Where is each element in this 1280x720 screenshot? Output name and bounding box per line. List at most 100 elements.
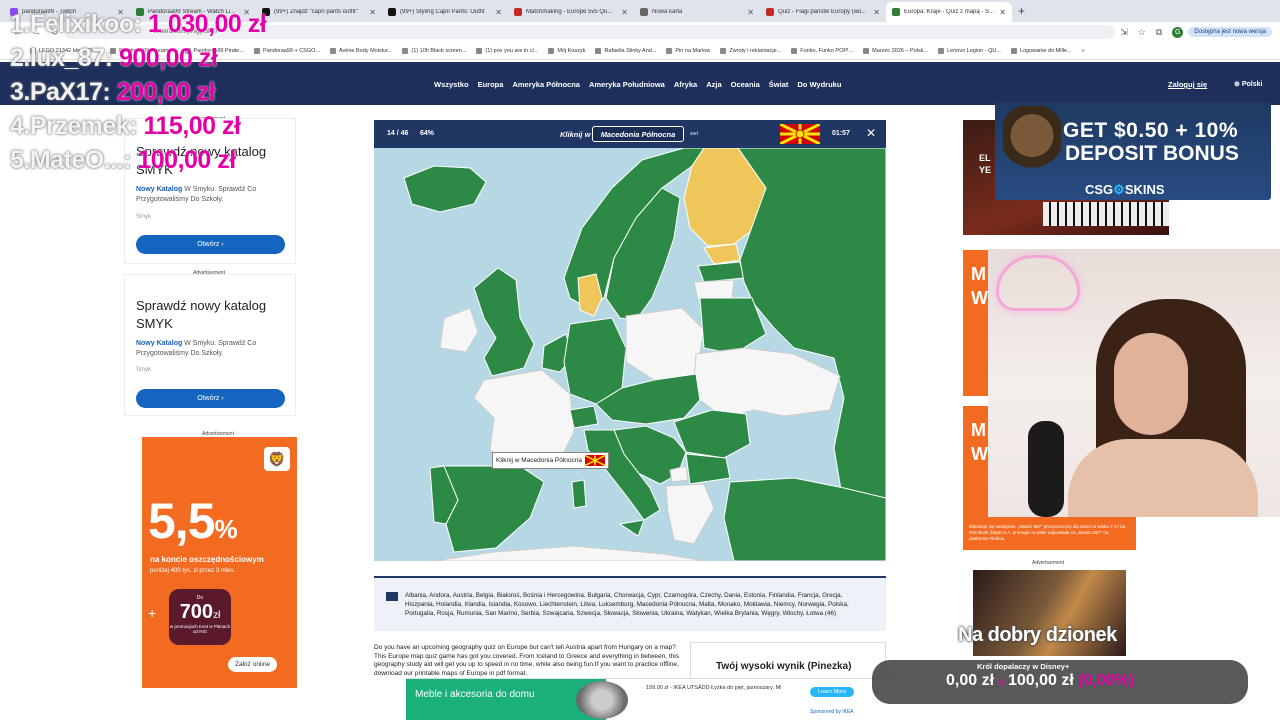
rate-value: 5,5 xyxy=(148,493,216,549)
bookmark-favicon-icon xyxy=(329,47,336,54)
bookmark-favicon-icon xyxy=(720,47,727,54)
nav-link[interactable]: Europa xyxy=(478,80,504,89)
browser-tab[interactable]: Matchmaking - Europe 5v5 Qu... ✕ xyxy=(508,2,634,22)
macedonia-flag-icon xyxy=(780,124,820,144)
bookmark-item[interactable]: Pin na Marlow xyxy=(666,47,711,54)
ing-bonus-bubble: Do 700zł w promocjach Kont w Planach od … xyxy=(169,589,231,645)
bookmarks-more-icon[interactable]: » xyxy=(1082,48,1085,54)
quiz-target: Macedonia Północna xyxy=(592,126,684,142)
open-button-label: Otwórz xyxy=(197,395,220,402)
profile-avatar[interactable]: G xyxy=(1172,26,1184,38)
bookmark-item[interactable]: (1) pov you are in cl... xyxy=(476,47,538,54)
country-latvia xyxy=(697,261,745,283)
ad-brand-link[interactable]: Nowy Katalog xyxy=(136,340,182,347)
bookmark-item[interactable]: Avène Body Moistur... xyxy=(329,47,393,54)
question-counter: 14 / 46 xyxy=(387,130,409,137)
bookmark-item[interactable]: Mój Koszyk xyxy=(548,47,586,54)
tab-favicon-icon xyxy=(892,8,900,16)
bookmark-item[interactable]: (1) 10h Black screen... xyxy=(402,47,466,54)
new-tab-icon[interactable]: + xyxy=(1018,4,1025,18)
nav-link[interactable]: Wszystko xyxy=(434,80,469,89)
bookmark-label: Avène Body Moistur... xyxy=(338,47,393,54)
ikea-sponsor: Sponsored by IKEA xyxy=(810,709,854,715)
bookmark-label: Mój Koszyk xyxy=(557,47,586,54)
nav-link[interactable]: Afryka xyxy=(674,80,697,89)
map-svg[interactable] xyxy=(374,148,886,561)
browser-tab[interactable]: Europa: Kraje - Quiz z mapą - S... ✕ xyxy=(886,2,1012,22)
bonus-unit: zł xyxy=(213,610,221,621)
donor-name: 5.MateO...: xyxy=(10,146,131,174)
learn-more-button[interactable]: Learn More xyxy=(810,687,855,697)
nav-link[interactable]: Azja xyxy=(706,80,721,89)
tab-title: Nowa karta xyxy=(652,9,683,15)
bookmark-favicon-icon xyxy=(548,47,555,54)
ad-description: Nowy Katalog W Smyku. Sprawdź Co Przygot… xyxy=(136,339,291,359)
bookmark-favicon-icon xyxy=(595,47,602,54)
nav-link[interactable]: Świat xyxy=(769,80,789,89)
update-button[interactable]: Dostępna jest nowa wersja xyxy=(1188,27,1272,37)
ikea-ad[interactable]: Meble i akcesoria do domu 199,00 zł - IK… xyxy=(406,678,900,720)
promo-brand: CSG⚙SKINS xyxy=(1085,182,1165,198)
nav-link[interactable]: Do Wydruku xyxy=(797,80,841,89)
ad-label: Advertisement xyxy=(1032,560,1064,566)
bookmark-item[interactable]: Pandoraa99 + CSGO... xyxy=(253,47,320,54)
bookmark-label: Pin na Marlow xyxy=(675,47,711,54)
europe-map[interactable] xyxy=(374,148,886,561)
score-percent: 64% xyxy=(420,130,435,137)
piano-keys-image xyxy=(1043,202,1169,226)
stream-greeting: Na dobry dzionek xyxy=(958,624,1117,646)
tab-title: Matchmaking - Europe 5v5 Qu... xyxy=(526,9,613,15)
open-button[interactable]: Otwórz › xyxy=(136,235,285,254)
tab-title: Europa: Kraje - Quiz z mapą - S... xyxy=(904,9,995,15)
open-button[interactable]: Otwórz › xyxy=(136,389,285,408)
browser-tab[interactable]: Nowa karta ✕ xyxy=(634,2,760,22)
close-icon[interactable]: ✕ xyxy=(495,8,502,17)
close-icon[interactable]: ✕ xyxy=(621,8,628,17)
install-icon[interactable]: ⇲ xyxy=(1120,27,1128,38)
close-icon[interactable]: ✕ xyxy=(999,8,1006,17)
browser-tab[interactable]: Quiz - Flagi państw Europy (wo... ✕ xyxy=(760,2,886,22)
goal-values: 0,00 zł z 100,00 zł (0,00%) xyxy=(946,672,1134,690)
close-icon[interactable]: ✕ xyxy=(873,8,880,17)
nav-link[interactable]: Ameryka Południowa xyxy=(589,80,665,89)
extensions-icon[interactable]: ⧉ xyxy=(1156,27,1162,38)
bookmark-item[interactable]: Logowanie do Mille... xyxy=(1010,47,1072,54)
donor-amount: 115,00 zł xyxy=(143,112,241,140)
donor-name: 3.PaX17: xyxy=(10,78,111,106)
close-icon[interactable]: ✕ xyxy=(866,126,876,140)
nav-link[interactable]: Oceania xyxy=(731,80,760,89)
ing-ad[interactable]: 🦁 5,5% na koncie oszczędnościowym poniże… xyxy=(142,437,297,688)
bookmark-favicon-icon xyxy=(1010,47,1017,54)
language-selector[interactable]: ⊕ Polski xyxy=(1234,80,1262,88)
close-icon[interactable]: ✕ xyxy=(747,8,754,17)
csgo-skins-promo: GET $0.50 + 10% DEPOSIT BONUS CSG⚙SKINS xyxy=(995,102,1271,200)
country-uk xyxy=(473,267,535,377)
donor-amount: 900,00 zł xyxy=(118,44,218,72)
login-link[interactable]: Zaloguj się xyxy=(1168,80,1207,89)
ad-brand-link[interactable]: Nowy Katalog xyxy=(136,186,182,193)
ad-big-letter: W xyxy=(971,288,988,308)
tab-favicon-icon xyxy=(766,8,774,16)
star-icon[interactable]: ☆ xyxy=(1138,27,1146,38)
bookmark-item[interactable]: Lenovo Legion - QU... xyxy=(938,47,1001,54)
country-bulgaria xyxy=(685,453,731,485)
browser-tab[interactable]: (99+) Znajdź "capri pants outfit" ✕ xyxy=(256,2,382,22)
browser-tab[interactable]: (99+) Styling Capri Pants: Outfit ✕ xyxy=(382,2,508,22)
bookmark-label: Zwroty i reklamacje... xyxy=(729,47,782,54)
nav-link[interactable]: Ameryka Północna xyxy=(512,80,580,89)
leaderboard-row: 4.Przemek: 115,00 zł xyxy=(10,112,241,141)
ad-big-letter: M xyxy=(971,264,986,284)
neon-sign-icon xyxy=(996,255,1080,311)
bookmark-favicon-icon xyxy=(476,47,483,54)
bookmark-item[interactable]: Zwroty i reklamacje... xyxy=(720,47,782,54)
tab-favicon-icon xyxy=(388,8,396,16)
bookmark-item[interactable]: Rafaella Slinky And... xyxy=(595,47,656,54)
skip-icon[interactable]: ⏭ xyxy=(690,128,698,139)
bookmark-item[interactable]: Funko, Funko POP!... xyxy=(791,47,853,54)
country-iceland xyxy=(403,165,487,213)
open-account-button[interactable]: Załóż online xyxy=(228,657,278,672)
bookmark-item[interactable]: Marzec 2026 – Polsk... xyxy=(863,47,928,54)
close-icon[interactable]: ✕ xyxy=(369,8,376,17)
quiz-description: Do you have an upcoming geography quiz o… xyxy=(374,644,679,677)
smyk-ad-2[interactable]: Sprawdź nowy katalog SMYK Nowy Katalog W… xyxy=(124,274,296,416)
